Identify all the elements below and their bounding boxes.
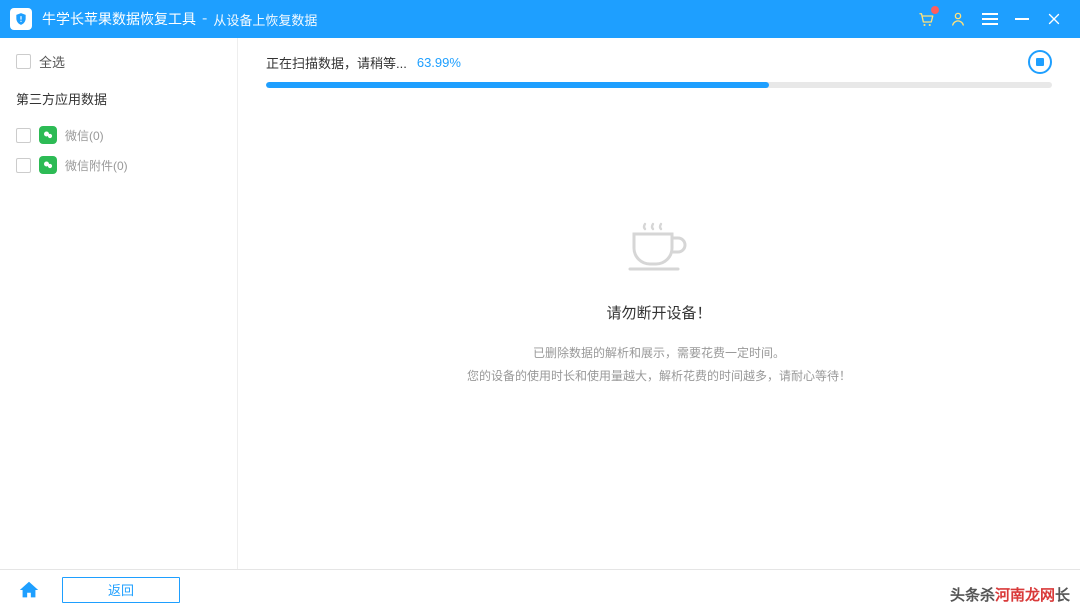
sidebar-item-wechat[interactable]: 微信(0) bbox=[16, 120, 221, 150]
home-button[interactable] bbox=[18, 579, 40, 601]
wechat-icon bbox=[39, 126, 57, 144]
app-subtitle: 从设备上恢复数据 bbox=[213, 10, 317, 29]
main-content: 正在扫描数据，请稍等... 63.99% 请勿断开设备！ 已删除数据的解析和展示… bbox=[238, 38, 1080, 569]
back-button[interactable]: 返回 bbox=[62, 577, 180, 603]
user-button[interactable] bbox=[942, 4, 974, 34]
close-button[interactable] bbox=[1038, 4, 1070, 34]
select-all-checkbox[interactable] bbox=[16, 54, 31, 69]
titlebar: 牛学长苹果数据恢复工具 - 从设备上恢复数据 bbox=[0, 0, 1080, 38]
sidebar-item-wechat-attach[interactable]: 微信附件(0) bbox=[16, 150, 221, 180]
sidebar-item-label: 微信(0) bbox=[65, 127, 104, 144]
empty-state-title: 请勿断开设备！ bbox=[606, 302, 711, 323]
empty-desc-line2: 您的设备的使用时长和使用量越大，解析花费的时间越多，请耐心等待！ bbox=[467, 365, 851, 388]
select-all-row[interactable]: 全选 bbox=[16, 52, 221, 71]
minimize-icon bbox=[1015, 18, 1029, 20]
cart-button[interactable] bbox=[910, 4, 942, 34]
select-all-label: 全选 bbox=[39, 52, 65, 71]
titlebar-actions bbox=[910, 4, 1070, 34]
hamburger-icon bbox=[982, 13, 998, 25]
sidebar-item-label: 微信附件(0) bbox=[65, 157, 128, 174]
back-button-label: 返回 bbox=[108, 580, 134, 599]
app-title: 牛学长苹果数据恢复工具 bbox=[42, 9, 196, 29]
title-separator: - bbox=[202, 10, 207, 28]
wechat-icon bbox=[39, 156, 57, 174]
app-logo bbox=[10, 8, 32, 30]
empty-state: 请勿断开设备！ 已删除数据的解析和展示，需要花费一定时间。 您的设备的使用时长和… bbox=[266, 58, 1052, 551]
wechat-checkbox[interactable] bbox=[16, 128, 31, 143]
minimize-button[interactable] bbox=[1006, 4, 1038, 34]
sidebar-category-title: 第三方应用数据 bbox=[16, 89, 221, 108]
empty-state-desc: 已删除数据的解析和展示，需要花费一定时间。 您的设备的使用时长和使用量越大，解析… bbox=[467, 342, 851, 388]
coffee-cup-icon bbox=[628, 222, 690, 272]
cart-badge-icon bbox=[931, 6, 939, 14]
empty-desc-line1: 已删除数据的解析和展示，需要花费一定时间。 bbox=[467, 342, 851, 365]
menu-button[interactable] bbox=[974, 4, 1006, 34]
wechat-attach-checkbox[interactable] bbox=[16, 158, 31, 173]
body-area: 全选 第三方应用数据 微信(0) 微信附件(0) 正在扫描数据，请稍等... 6… bbox=[0, 38, 1080, 569]
sidebar: 全选 第三方应用数据 微信(0) 微信附件(0) bbox=[0, 38, 238, 569]
footer: 返回 头条杀河南龙网长 bbox=[0, 569, 1080, 609]
watermark: 头条杀河南龙网长 bbox=[950, 584, 1070, 605]
